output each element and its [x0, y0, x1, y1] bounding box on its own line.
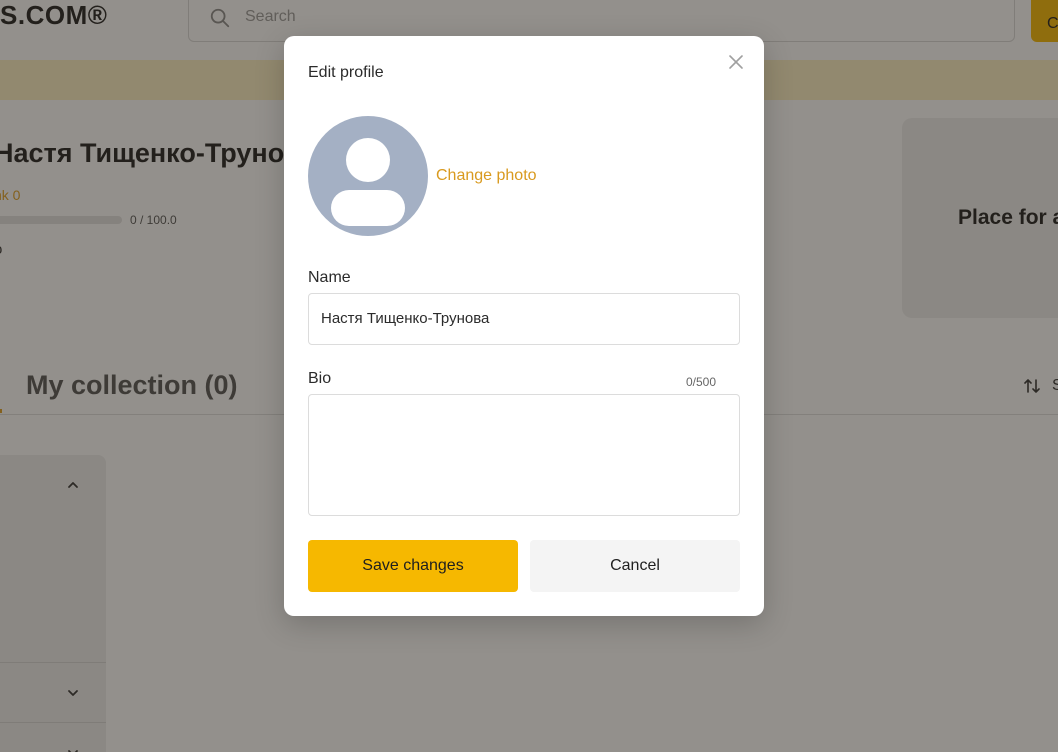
close-icon[interactable]: [726, 52, 746, 72]
name-field[interactable]: Настя Тищенко-Трунова: [308, 293, 740, 345]
bio-char-counter: 0/500: [686, 375, 717, 389]
bio-textarea[interactable]: [308, 394, 740, 516]
edit-profile-dialog: Edit profile Change photo Name Настя Тищ…: [284, 36, 764, 616]
avatar-placeholder-icon: [331, 138, 405, 226]
bio-label: Bio: [308, 370, 332, 387]
dialog-title: Edit profile: [308, 64, 384, 81]
change-photo-link[interactable]: Change photo: [436, 167, 537, 185]
save-changes-button[interactable]: Save changes: [308, 540, 518, 592]
cancel-button[interactable]: Cancel: [530, 540, 740, 592]
name-label: Name: [308, 269, 351, 286]
avatar[interactable]: [308, 116, 428, 236]
